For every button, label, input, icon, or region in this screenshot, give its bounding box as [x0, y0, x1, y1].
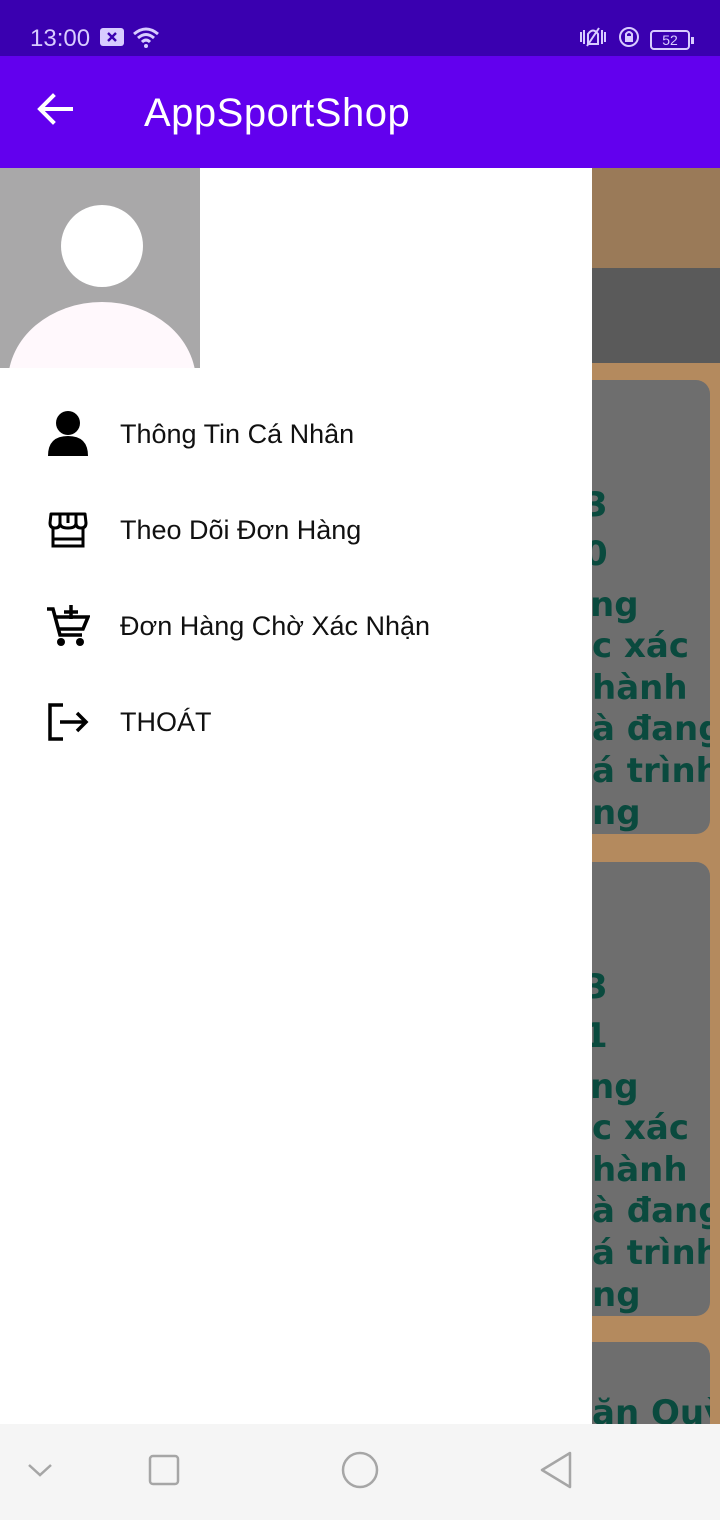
nav-back-button[interactable]	[536, 1450, 576, 1495]
home-circle-icon	[340, 1450, 380, 1495]
app-bar: AppSportShop	[0, 56, 720, 168]
store-icon	[44, 506, 92, 554]
back-triangle-icon	[538, 1450, 574, 1495]
status-time: 13:00	[30, 25, 91, 52]
battery-icon: 52	[650, 29, 694, 50]
wifi-icon	[132, 26, 160, 53]
person-icon	[44, 410, 92, 458]
recents-square-icon	[147, 1453, 181, 1492]
menu-item-personal-info[interactable]: Thông Tin Cá Nhân	[0, 386, 592, 482]
background-banner	[592, 168, 720, 268]
vibrate-icon	[578, 26, 608, 53]
back-button[interactable]	[30, 86, 80, 136]
app-title: AppSportShop	[144, 91, 411, 135]
menu-label: THOÁT	[120, 707, 212, 737]
menu-label: Thông Tin Cá Nhân	[120, 419, 355, 449]
nav-collapse-button[interactable]	[20, 1452, 60, 1492]
menu-label: Đơn Hàng Chờ Xác Nhận	[120, 611, 431, 641]
status-bar: 13:00 52	[0, 0, 720, 56]
menu-item-pending-orders[interactable]: Đơn Hàng Chờ Xác Nhận	[0, 578, 592, 674]
navigation-drawer: Thông Tin Cá Nhân Theo Dõi Đơn Hàng Đơn …	[0, 168, 592, 1424]
system-nav-bar	[0, 1424, 720, 1520]
arrow-left-icon	[37, 92, 73, 130]
avatar[interactable]	[0, 168, 200, 368]
lock-rotation-icon	[618, 26, 640, 53]
drawer-menu: Thông Tin Cá Nhân Theo Dõi Đơn Hàng Đơn …	[0, 386, 592, 770]
nav-home-button[interactable]	[340, 1450, 380, 1495]
nav-recents-button[interactable]	[144, 1452, 184, 1492]
cart-plus-icon	[44, 602, 92, 650]
avatar-head	[61, 205, 143, 287]
menu-item-logout[interactable]: THOÁT	[0, 674, 592, 770]
background-strip	[592, 268, 720, 363]
logout-icon	[44, 698, 92, 746]
avatar-body	[8, 302, 196, 368]
x-notification-icon	[100, 28, 124, 51]
chevron-down-icon	[27, 1462, 53, 1483]
menu-label: Theo Dõi Đơn Hàng	[120, 515, 362, 545]
menu-item-track-orders[interactable]: Theo Dõi Đơn Hàng	[0, 482, 592, 578]
